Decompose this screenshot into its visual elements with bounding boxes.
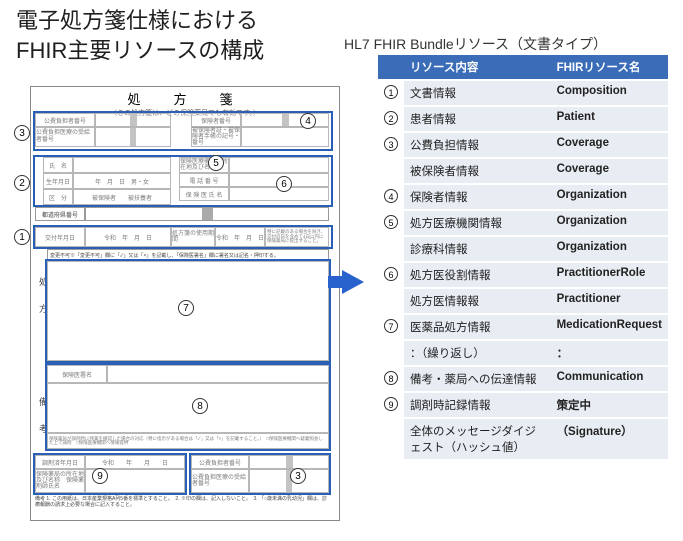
table-row-label: 医薬品処方情報 <box>404 314 551 340</box>
table-row-resource: Practitioner <box>551 288 668 314</box>
table-row-resource: Communication <box>551 366 668 392</box>
table-row-label: 全体のメッセージダイジェスト（ハッシュ値） <box>404 418 551 460</box>
table-row-resource: Coverage <box>551 132 668 158</box>
main-title: 電子処方箋仕様における FHIR主要リソースの構成 <box>16 6 264 65</box>
bundle-subtitle: HL7 FHIR Bundleリソース（文書タイプ） <box>344 34 607 54</box>
sec-8 <box>45 363 331 451</box>
table-row-resource: Composition <box>551 80 668 106</box>
table-row-label: 備考・薬局への伝達情報 <box>404 366 551 392</box>
sec-9 <box>33 453 187 495</box>
table-row-label: 公費負担情報 <box>404 132 551 158</box>
table-row-resource: Organization <box>551 236 668 262</box>
table-row-resource: Organization <box>551 210 668 236</box>
table-row-label: 処方医療機関情報 <box>404 210 551 236</box>
field-dept: 都道府県番号 <box>35 207 85 221</box>
table-row-resource: ： <box>551 340 668 366</box>
sec-1 <box>33 225 333 249</box>
form-title: 処 方 箋 <box>31 87 339 108</box>
num-9: 9 <box>92 468 108 484</box>
table-row-label: 処方医役割情報 <box>404 262 551 288</box>
table-row-label: 保険者情報 <box>404 184 551 210</box>
cells-dept <box>85 207 329 221</box>
num-7: 7 <box>178 300 194 316</box>
sec-3-4 <box>33 111 333 151</box>
fhir-resource-table: リソース内容 FHIRリソース名 1文書情報Composition2患者情報Pa… <box>378 55 668 461</box>
table-row-label: 診療科情報 <box>404 236 551 262</box>
num-8: 8 <box>192 398 208 414</box>
table-row-label: 処方医情報報 <box>404 288 551 314</box>
num-6: 6 <box>276 176 292 192</box>
table-row-label: 文書情報 <box>404 80 551 106</box>
num-3b: 3 <box>290 468 306 484</box>
num-2: 2 <box>14 175 30 191</box>
num-1: 1 <box>14 229 30 245</box>
table-row-resource: Patient <box>551 106 668 132</box>
table-row-resource: MedicationRequest <box>551 314 668 340</box>
num-4: 4 <box>300 113 316 129</box>
col-header-resource: FHIRリソース名 <box>551 55 668 80</box>
table-row-resource: Coverage <box>551 158 668 184</box>
arrow-icon <box>342 270 364 294</box>
table-row-resource: Organization <box>551 184 668 210</box>
table-row-resource: PractitionerRole <box>551 262 668 288</box>
table-row-resource: 策定中 <box>551 392 668 418</box>
num-3: 3 <box>14 125 30 141</box>
col-header-content: リソース内容 <box>404 55 551 80</box>
table-row-resource: （Signature） <box>551 418 668 460</box>
table-row-label: 調剤時記録情報 <box>404 392 551 418</box>
sec-3b <box>189 453 331 495</box>
table-row-label: 患者情報 <box>404 106 551 132</box>
table-row-label: 被保険者情報 <box>404 158 551 184</box>
form-footer: 備考 1. この用紙は、日本産業規格A列5番を標準とすること。 2. ※印の欄は… <box>35 497 331 508</box>
num-5: 5 <box>208 155 224 171</box>
table-row-label: ：（繰り返し） <box>404 340 551 366</box>
